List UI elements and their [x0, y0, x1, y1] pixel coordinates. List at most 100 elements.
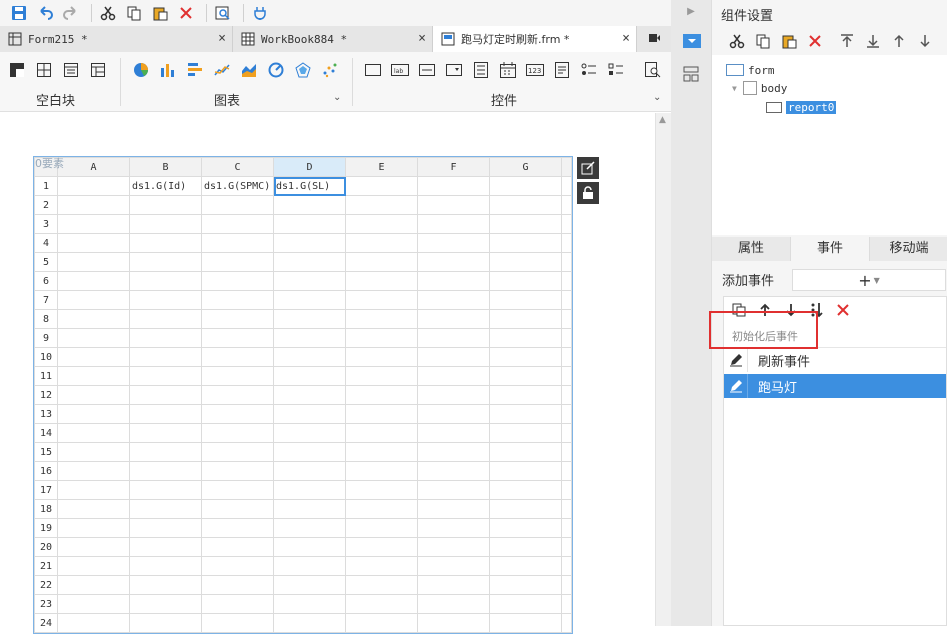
tree-node-body[interactable]: ▼ body: [732, 79, 787, 97]
row-header[interactable]: 12: [34, 385, 58, 405]
cell-b22[interactable]: [129, 575, 202, 595]
label-widget-icon[interactable]: lab: [389, 60, 411, 80]
area-chart-icon[interactable]: [238, 60, 260, 80]
row-header[interactable]: 8: [34, 309, 58, 329]
move-top-icon[interactable]: [836, 30, 858, 52]
cell-b1[interactable]: ds1.G(Id): [129, 176, 202, 196]
bar-chart-icon[interactable]: [157, 60, 179, 80]
unlock-icon[interactable]: [577, 182, 599, 204]
redo-icon[interactable]: [60, 2, 82, 24]
cell-c18[interactable]: [201, 499, 274, 519]
cell-b5[interactable]: [129, 252, 202, 272]
cell-d8[interactable]: [273, 309, 346, 329]
move-bottom-icon[interactable]: [862, 30, 884, 52]
tab-properties[interactable]: 属性: [712, 237, 791, 261]
cell-f1[interactable]: [417, 176, 490, 196]
button-widget-icon[interactable]: [362, 60, 384, 80]
cell-a19[interactable]: [57, 518, 130, 538]
column-header-b[interactable]: B: [129, 157, 202, 177]
cell-d18[interactable]: [273, 499, 346, 519]
cell-a8[interactable]: [57, 309, 130, 329]
cell-a22[interactable]: [57, 575, 130, 595]
cell-d2[interactable]: [273, 195, 346, 215]
tab-mobile[interactable]: 移动端: [870, 237, 947, 261]
delete-icon[interactable]: [175, 2, 197, 24]
cell-c2[interactable]: [201, 195, 274, 215]
cell-d6[interactable]: [273, 271, 346, 291]
cell-g2[interactable]: [489, 195, 562, 215]
copy-icon[interactable]: [123, 2, 145, 24]
cell-g23[interactable]: [489, 594, 562, 614]
row-header[interactable]: 6: [34, 271, 58, 291]
cell-a15[interactable]: [57, 442, 130, 462]
cell-f15[interactable]: [417, 442, 490, 462]
cell-b3[interactable]: [129, 214, 202, 234]
cell-g17[interactable]: [489, 480, 562, 500]
cell-g22[interactable]: [489, 575, 562, 595]
cell-c22[interactable]: [201, 575, 274, 595]
cell-g21[interactable]: [489, 556, 562, 576]
cell-f19[interactable]: [417, 518, 490, 538]
column-header-f[interactable]: F: [417, 157, 490, 177]
row-header[interactable]: 10: [34, 347, 58, 367]
cell-f6[interactable]: [417, 271, 490, 291]
cell-a20[interactable]: [57, 537, 130, 557]
cell-d10[interactable]: [273, 347, 346, 367]
close-icon[interactable]: ×: [622, 31, 630, 46]
cell-c21[interactable]: [201, 556, 274, 576]
list-widget-icon[interactable]: [470, 60, 492, 80]
cell-e9[interactable]: [345, 328, 418, 348]
cell-e6[interactable]: [345, 271, 418, 291]
row-header[interactable]: 21: [34, 556, 58, 576]
cell-c13[interactable]: [201, 404, 274, 424]
cell-g3[interactable]: [489, 214, 562, 234]
cell-b8[interactable]: [129, 309, 202, 329]
cell-a14[interactable]: [57, 423, 130, 443]
chevron-down-icon[interactable]: ⌄: [333, 92, 341, 103]
tab-list-button[interactable]: [637, 26, 671, 52]
row-header[interactable]: 4: [34, 233, 58, 253]
cell-e19[interactable]: [345, 518, 418, 538]
gauge-chart-icon[interactable]: [265, 60, 287, 80]
cell-g5[interactable]: [489, 252, 562, 272]
tab-events[interactable]: 事件: [791, 237, 870, 261]
event-item-refresh[interactable]: 刷新事件: [724, 348, 946, 372]
delete-event-icon[interactable]: [832, 300, 854, 320]
cell-b19[interactable]: [129, 518, 202, 538]
row-header[interactable]: 24: [34, 613, 58, 633]
edit-icon[interactable]: [724, 348, 748, 372]
cell-f14[interactable]: [417, 423, 490, 443]
cell-b2[interactable]: [129, 195, 202, 215]
search-widget-icon[interactable]: [642, 60, 664, 80]
cell-a18[interactable]: [57, 499, 130, 519]
cell-b10[interactable]: [129, 347, 202, 367]
cell-g10[interactable]: [489, 347, 562, 367]
cell-e22[interactable]: [345, 575, 418, 595]
tree-node-report[interactable]: report0: [766, 98, 837, 116]
cell-d9[interactable]: [273, 328, 346, 348]
cell-e1[interactable]: [345, 176, 418, 196]
cell-b17[interactable]: [129, 480, 202, 500]
cell-d13[interactable]: [273, 404, 346, 424]
cell-a5[interactable]: [57, 252, 130, 272]
close-icon[interactable]: ×: [418, 31, 426, 46]
cell-d24[interactable]: [273, 613, 346, 633]
cell-f24[interactable]: [417, 613, 490, 633]
cell-g12[interactable]: [489, 385, 562, 405]
cell-a12[interactable]: [57, 385, 130, 405]
cell-e21[interactable]: [345, 556, 418, 576]
event-item-marquee[interactable]: 跑马灯: [724, 374, 946, 398]
cell-d21[interactable]: [273, 556, 346, 576]
tab-workbook884[interactable]: WorkBook884 * ×: [233, 26, 433, 52]
cell-f13[interactable]: [417, 404, 490, 424]
cell-e7[interactable]: [345, 290, 418, 310]
cell-b13[interactable]: [129, 404, 202, 424]
cell-c24[interactable]: [201, 613, 274, 633]
cell-b24[interactable]: [129, 613, 202, 633]
move-up-icon[interactable]: [888, 30, 910, 52]
cell-g9[interactable]: [489, 328, 562, 348]
cell-g8[interactable]: [489, 309, 562, 329]
row-header[interactable]: 18: [34, 499, 58, 519]
cell-a24[interactable]: [57, 613, 130, 633]
cell-e10[interactable]: [345, 347, 418, 367]
